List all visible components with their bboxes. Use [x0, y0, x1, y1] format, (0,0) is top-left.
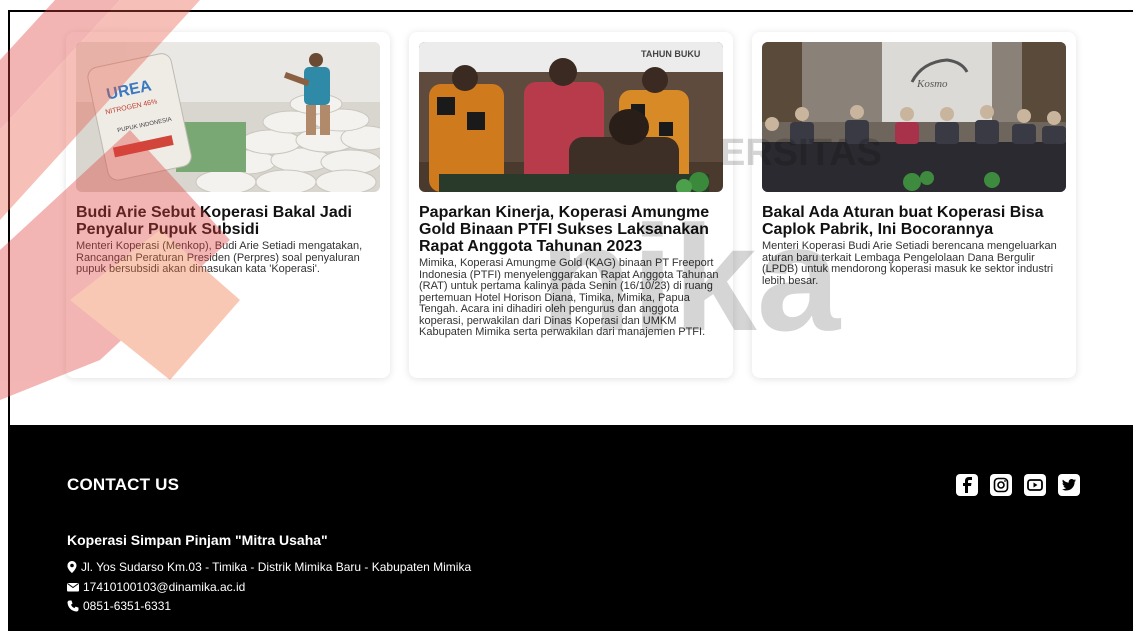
- news-card[interactable]: TAHUN BUKU Paparkan Kinerja, Koperasi Am…: [409, 32, 733, 378]
- svg-text:Kosmo: Kosmo: [916, 78, 948, 90]
- news-title[interactable]: Bakal Ada Aturan buat Koperasi Bisa Capl…: [762, 204, 1066, 238]
- news-card[interactable]: UREA NITROGEN 46% PUPUK INDONESIA Budi A…: [66, 32, 390, 378]
- facebook-icon[interactable]: [956, 474, 978, 496]
- email-text[interactable]: 17410100103@dinamika.ac.id: [83, 580, 245, 594]
- phone-text[interactable]: 0851-6351-6331: [83, 599, 171, 613]
- news-summary: Mimika, Koperasi Amungme Gold (KAG) bina…: [419, 257, 719, 338]
- organization-name: Koperasi Simpan Pinjam "Mitra Usaha": [67, 532, 328, 548]
- svg-text:TAHUN BUKU: TAHUN BUKU: [641, 49, 700, 59]
- phone-icon: [67, 600, 79, 612]
- map-marker-icon: [67, 561, 77, 573]
- social-links: [956, 474, 1080, 496]
- address-text: Jl. Yos Sudarso Km.03 - Timika - Distrik…: [81, 560, 472, 574]
- footer: CONTACT US Koperasi Simpan Pinjam "Mitra…: [10, 425, 1133, 631]
- news-title[interactable]: Paparkan Kinerja, Koperasi Amungme Gold …: [419, 204, 723, 255]
- news-card[interactable]: Kosmo Bakal Ada Aturan buat Koperasi Bis…: [752, 32, 1076, 378]
- youtube-icon[interactable]: [1024, 474, 1046, 496]
- news-cards: UREA NITROGEN 46% PUPUK INDONESIA Budi A…: [66, 32, 1076, 378]
- twitter-icon[interactable]: [1058, 474, 1080, 496]
- news-image-fertilizer[interactable]: UREA NITROGEN 46% PUPUK INDONESIA: [76, 42, 380, 192]
- email-line[interactable]: 17410100103@dinamika.ac.id: [67, 580, 245, 594]
- news-image-meeting-signing[interactable]: TAHUN BUKU: [419, 42, 723, 192]
- news-image-press-conference[interactable]: Kosmo: [762, 42, 1066, 192]
- address-line: Jl. Yos Sudarso Km.03 - Timika - Distrik…: [67, 560, 471, 574]
- envelope-icon: [67, 583, 79, 592]
- news-summary: Menteri Koperasi (Menkop), Budi Arie Set…: [76, 240, 363, 275]
- phone-line[interactable]: 0851-6351-6331: [67, 599, 171, 613]
- instagram-icon[interactable]: [990, 474, 1012, 496]
- contact-title: CONTACT US: [67, 475, 180, 494]
- news-summary: Menteri Koperasi Budi Arie Setiadi beren…: [762, 240, 1057, 287]
- news-title[interactable]: Budi Arie Sebut Koperasi Bakal Jadi Peny…: [76, 204, 380, 238]
